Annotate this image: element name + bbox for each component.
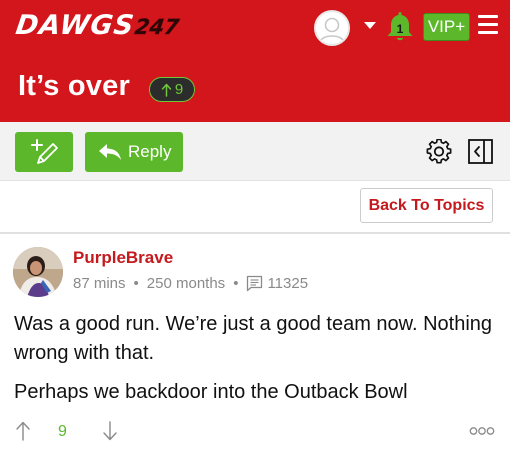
author-photo-icon — [13, 247, 63, 297]
hamburger-menu-icon[interactable] — [478, 15, 498, 35]
reply-button[interactable]: Reply — [85, 132, 183, 172]
gear-icon[interactable] — [426, 139, 452, 165]
thread-title: It’s over — [18, 70, 130, 102]
reply-arrow-icon — [99, 144, 121, 160]
logo-number: 247 — [133, 15, 181, 40]
meta-separator: • — [133, 275, 139, 292]
upvote-arrow-icon[interactable] — [14, 420, 32, 442]
vip-button[interactable]: VIP+ — [423, 13, 470, 41]
new-post-button[interactable] — [15, 132, 73, 172]
post-actions: 9 — [0, 418, 510, 446]
post-author-name[interactable]: PurpleBrave — [73, 248, 173, 268]
author-message-count: 11325 — [267, 275, 309, 292]
user-avatar-button[interactable] — [314, 10, 350, 46]
thread-upvote-count: 9 — [174, 81, 184, 98]
logo-text: DAWGS — [13, 10, 137, 41]
thread-vote-badge: 9 — [149, 77, 195, 102]
site-header: DAWGS 247 1 VIP+ It’s over 9 — [0, 0, 510, 122]
pencil-plus-icon — [31, 139, 58, 164]
post-body: Was a good run. We’re just a good team n… — [14, 310, 494, 417]
post-score: 9 — [58, 423, 67, 440]
back-to-topics-button[interactable]: Back To Topics — [360, 188, 493, 223]
thread-toolbar: Reply — [0, 122, 510, 181]
user-silhouette-icon — [319, 17, 345, 43]
notification-count: 1 — [396, 22, 404, 36]
more-options-icon[interactable] — [469, 426, 495, 436]
post-meta: 87 mins • 250 months • 11325 — [73, 275, 308, 292]
collapse-panel-icon[interactable] — [468, 139, 493, 164]
message-icon — [247, 275, 263, 292]
post-time: 87 mins — [73, 275, 126, 292]
post-paragraph: Was a good run. We’re just a good team n… — [14, 313, 493, 364]
member-tenure: 250 months — [146, 275, 226, 292]
site-logo[interactable]: DAWGS 247 — [13, 10, 181, 41]
meta-separator: • — [233, 275, 239, 292]
reply-button-label: Reply — [128, 142, 172, 161]
author-avatar[interactable] — [13, 247, 63, 297]
downvote-arrow-icon[interactable] — [101, 420, 119, 442]
arrow-up-icon — [161, 83, 172, 97]
account-dropdown-caret[interactable] — [364, 22, 376, 29]
post-divider — [0, 232, 510, 234]
post-paragraph: Perhaps we backdoor into the Outback Bow… — [14, 381, 408, 403]
notifications-button[interactable]: 1 — [385, 10, 415, 44]
